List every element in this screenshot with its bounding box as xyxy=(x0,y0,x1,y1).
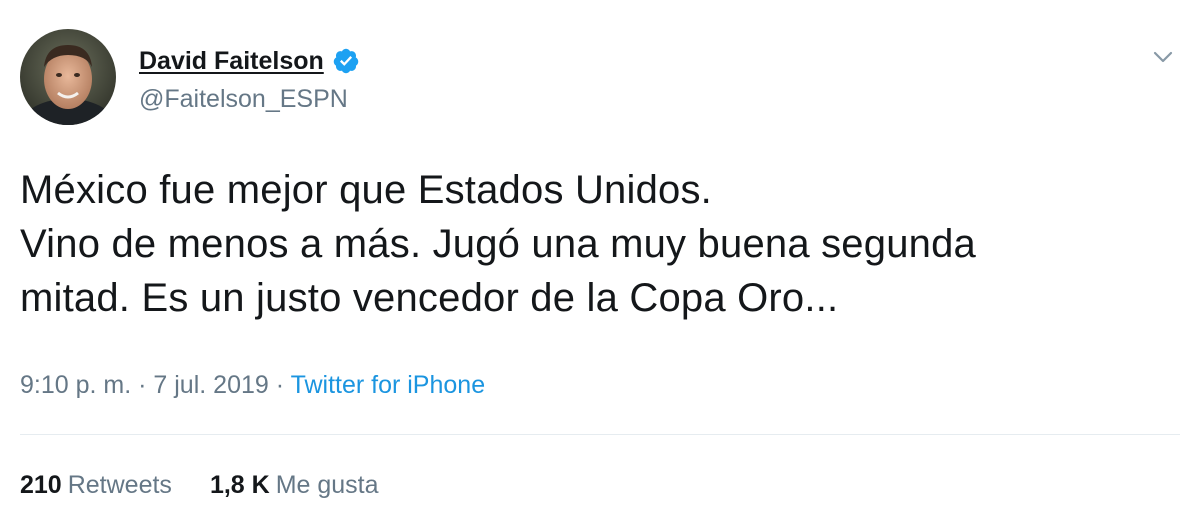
profile-photo xyxy=(20,29,116,125)
user-name-row[interactable]: David Faitelson xyxy=(139,44,360,78)
tweet-stats: 210 Retweets 1,8 K Me gusta xyxy=(20,468,379,502)
tweet-time[interactable]: 9:10 p. m. xyxy=(20,371,131,399)
retweets-stat[interactable]: 210 Retweets xyxy=(20,468,172,502)
meta-separator: · xyxy=(275,371,291,399)
tweet-meta: 9:10 p. m. · 7 jul. 2019 · Twitter for i… xyxy=(20,368,485,402)
likes-stat[interactable]: 1,8 K Me gusta xyxy=(210,468,379,502)
divider xyxy=(20,434,1180,435)
tweet-card: David Faitelson @Faitelson_ESPN México f… xyxy=(0,0,1200,528)
user-handle[interactable]: @Faitelson_ESPN xyxy=(139,82,348,116)
display-name[interactable]: David Faitelson xyxy=(139,44,324,78)
avatar[interactable] xyxy=(20,29,116,125)
tweet-source-link[interactable]: Twitter for iPhone xyxy=(291,371,486,399)
tweet-date[interactable]: 7 jul. 2019 xyxy=(153,371,268,399)
verified-badge-icon xyxy=(332,47,360,75)
tweet-text-line: Vino de menos a más. Jugó una muy buena … xyxy=(20,222,976,266)
retweets-count: 210 xyxy=(20,471,62,499)
likes-count: 1,8 K xyxy=(209,471,270,499)
tweet-text-line: mitad. Es un justo vencedor de la Copa O… xyxy=(20,276,839,320)
meta-separator: · xyxy=(138,371,154,399)
likes-label: Me gusta xyxy=(275,471,379,499)
chevron-down-icon[interactable] xyxy=(1148,42,1178,72)
tweet-text-line: México fue mejor que Estados Unidos. xyxy=(20,168,712,212)
retweets-label: Retweets xyxy=(67,471,172,499)
tweet-text: México fue mejor que Estados Unidos. Vin… xyxy=(20,163,1170,325)
